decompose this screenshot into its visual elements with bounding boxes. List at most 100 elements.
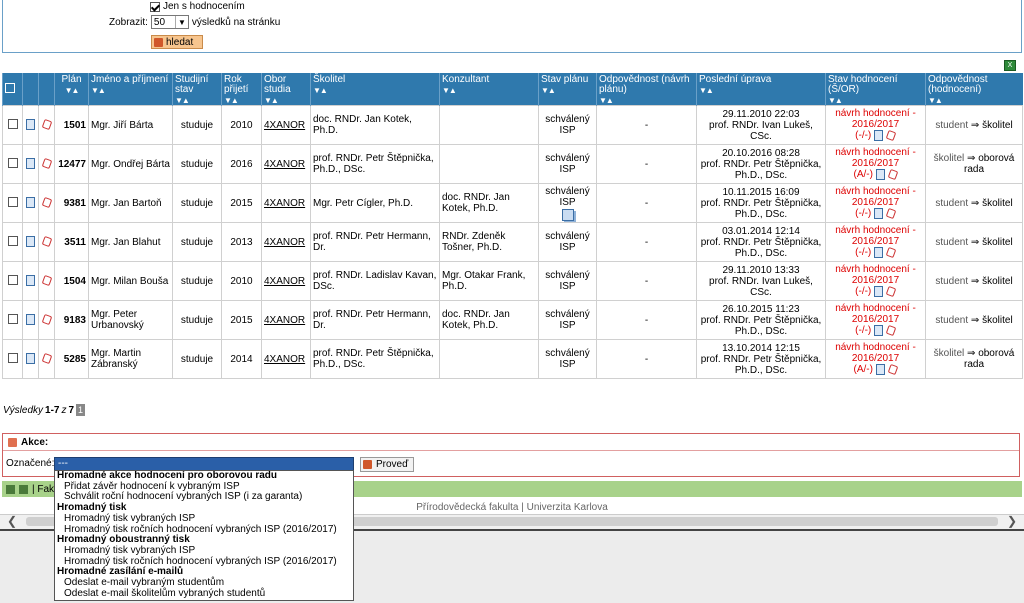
pdf-icon[interactable] <box>42 197 52 208</box>
document-icon[interactable] <box>26 275 35 287</box>
pdf-icon[interactable] <box>888 364 898 375</box>
pdf-icon[interactable] <box>42 275 52 286</box>
col-header-plan[interactable]: Plán ▼▲ <box>54 73 89 106</box>
rating-status[interactable]: návrh hodnocení - 2016/2017 <box>828 303 923 325</box>
pdf-cell[interactable] <box>38 339 55 379</box>
select-all-icon[interactable] <box>5 83 15 93</box>
pdf-cell[interactable] <box>38 261 55 301</box>
field-link-cell[interactable]: 4XANOR <box>261 261 311 301</box>
pdf-cell[interactable] <box>38 105 55 145</box>
rating-status[interactable]: návrh hodnocení - 2016/2017 <box>828 342 923 364</box>
document-icon[interactable] <box>26 353 35 365</box>
dropdown-option[interactable]: Odeslat e-mail školitelům vybraných stud… <box>55 588 353 600</box>
document-icon[interactable] <box>874 247 884 259</box>
document-icon[interactable] <box>874 208 884 220</box>
pdf-icon[interactable] <box>886 208 896 219</box>
rating-status[interactable]: návrh hodnocení - 2016/2017 <box>828 225 923 247</box>
col-header-rating-responsibility[interactable]: Odpovědnost (hodnocení) ▼▲ <box>925 73 1023 106</box>
footer-university[interactable]: Univerzita Karlova <box>527 502 608 513</box>
row-checkbox-cell[interactable] <box>2 300 23 340</box>
pdf-icon[interactable] <box>888 169 898 180</box>
field-link[interactable]: 4XANOR <box>264 237 305 248</box>
col-header-plan-responsibility[interactable]: Odpovědnost (návrh plánu) ▼▲ <box>596 73 697 106</box>
document-icon[interactable] <box>26 314 35 326</box>
row-checkbox-cell[interactable] <box>2 339 23 379</box>
document-icon[interactable] <box>875 364 885 376</box>
row-checkbox[interactable] <box>7 313 18 324</box>
row-checkbox[interactable] <box>7 196 18 207</box>
row-checkbox-cell[interactable] <box>2 261 23 301</box>
document-icon[interactable] <box>26 197 35 209</box>
search-button[interactable]: hledat <box>151 35 203 49</box>
doc-cell[interactable] <box>22 261 39 301</box>
field-link-cell[interactable]: 4XANOR <box>261 144 311 184</box>
field-link[interactable]: 4XANOR <box>264 198 305 209</box>
row-checkbox-cell[interactable] <box>2 105 23 145</box>
select-all-header[interactable] <box>2 73 23 106</box>
pdf-icon[interactable] <box>886 325 896 336</box>
rating-status[interactable]: návrh hodnocení - 2016/2017 <box>828 264 923 286</box>
pdf-cell[interactable] <box>38 183 55 223</box>
scroll-left-icon[interactable]: ❮ <box>5 515 19 529</box>
doc-cell[interactable] <box>22 300 39 340</box>
field-link-cell[interactable]: 4XANOR <box>261 339 311 379</box>
col-header-plan-status[interactable]: Stav plánu ▼▲ <box>538 73 597 106</box>
doc-cell[interactable] <box>22 183 39 223</box>
pdf-icon[interactable] <box>42 236 52 247</box>
field-link-cell[interactable]: 4XANOR <box>261 105 311 145</box>
only-rated-checkbox[interactable] <box>150 1 160 12</box>
pdf-icon[interactable] <box>886 286 896 297</box>
document-icon[interactable] <box>26 236 35 248</box>
scroll-right-icon[interactable]: ❯ <box>1005 515 1019 529</box>
pdf-cell[interactable] <box>38 222 55 262</box>
rating-status[interactable]: návrh hodnocení - 2016/2017 <box>828 147 923 169</box>
col-header-consultant[interactable]: Konzultant ▼▲ <box>439 73 539 106</box>
row-checkbox[interactable] <box>7 352 18 363</box>
home-icon[interactable] <box>6 484 15 494</box>
row-checkbox-cell[interactable] <box>2 183 23 223</box>
lock-icon[interactable] <box>19 484 28 494</box>
row-checkbox[interactable] <box>7 157 18 168</box>
doc-cell[interactable] <box>22 105 39 145</box>
col-header-rating-status[interactable]: Stav hodnocení (Š/OR) ▼▲ <box>825 73 926 106</box>
col-header-year[interactable]: Rok přijetí ▼▲ <box>221 73 262 106</box>
col-header-supervisor[interactable]: Školitel ▼▲ <box>310 73 440 106</box>
rating-status[interactable]: návrh hodnocení - 2016/2017 <box>828 108 923 130</box>
pdf-icon[interactable] <box>886 130 896 141</box>
field-link[interactable]: 4XANOR <box>264 354 305 365</box>
run-action-button[interactable]: Proveď <box>360 457 414 472</box>
field-link[interactable]: 4XANOR <box>264 120 305 131</box>
document-icon[interactable] <box>875 169 885 181</box>
pdf-cell[interactable] <box>38 300 55 340</box>
dropdown-option[interactable]: Hromadný tisk vybraných ISP <box>55 513 353 525</box>
row-checkbox-cell[interactable] <box>2 144 23 184</box>
versions-icon[interactable] <box>561 208 574 221</box>
doc-cell[interactable] <box>22 339 39 379</box>
col-header-name[interactable]: Jméno a příjmení ▼▲ <box>88 73 173 106</box>
col-header-study-status[interactable]: Studijní stav ▼▲ <box>172 73 222 106</box>
col-header-field[interactable]: Obor studia ▼▲ <box>261 73 311 106</box>
row-checkbox[interactable] <box>7 274 18 285</box>
document-icon[interactable] <box>874 286 884 298</box>
excel-export-icon[interactable]: X <box>1004 60 1016 71</box>
page-link-1[interactable]: 1 <box>76 404 86 416</box>
rating-status[interactable]: návrh hodnocení - 2016/2017 <box>828 186 923 208</box>
document-icon[interactable] <box>874 130 884 142</box>
field-link[interactable]: 4XANOR <box>264 159 305 170</box>
pdf-icon[interactable] <box>886 247 896 258</box>
col-header-last-update[interactable]: Poslední úprava ▼▲ <box>696 73 826 106</box>
pdf-icon[interactable] <box>42 314 52 325</box>
row-checkbox-cell[interactable] <box>2 222 23 262</box>
per-page-select[interactable]: 50 ▼ <box>150 15 189 29</box>
field-link[interactable]: 4XANOR <box>264 276 305 287</box>
field-link[interactable]: 4XANOR <box>264 315 305 326</box>
field-link-cell[interactable]: 4XANOR <box>261 300 311 340</box>
field-link-cell[interactable]: 4XANOR <box>261 222 311 262</box>
pdf-icon[interactable] <box>42 119 52 130</box>
doc-cell[interactable] <box>22 222 39 262</box>
row-checkbox[interactable] <box>7 235 18 246</box>
doc-cell[interactable] <box>22 144 39 184</box>
document-icon[interactable] <box>26 158 35 170</box>
field-link-cell[interactable]: 4XANOR <box>261 183 311 223</box>
action-select[interactable]: --- <box>54 457 354 471</box>
